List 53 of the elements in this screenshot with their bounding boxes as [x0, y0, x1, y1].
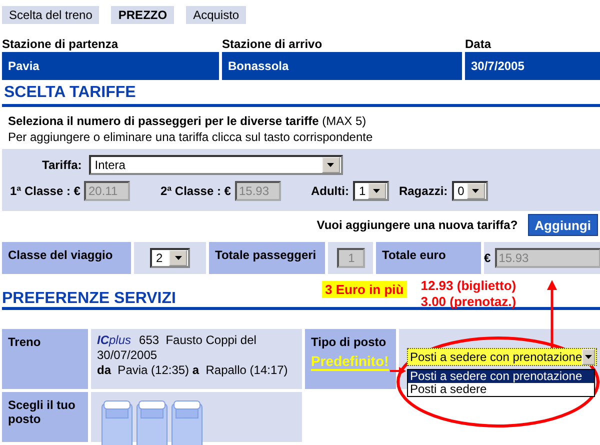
route-value: Bonassola: [222, 52, 462, 80]
seat-icon[interactable]: [136, 400, 168, 445]
dropdown-option[interactable]: Posti a sedere: [408, 383, 594, 396]
seat-icon[interactable]: [101, 400, 133, 445]
table-header-cell-text: Tipo di posto: [311, 335, 388, 349]
fare-label: Tariffa:: [42, 158, 82, 172]
train-text: da Pavia (12:35) a Rapallo (14:17): [97, 363, 289, 378]
fare-dropdown[interactable]: Intera: [88, 155, 343, 175]
table-header-cell: Treno: [2, 329, 88, 389]
default-note: Predefinito!: [311, 353, 389, 371]
arrow: [390, 367, 406, 375]
currency-label: €: [484, 251, 491, 265]
route-value: 30/7/2005: [465, 52, 600, 80]
class-dropdown[interactable]: 2: [150, 248, 190, 268]
caret-icon: [582, 349, 595, 365]
total-field: 15.93: [494, 248, 600, 268]
table-header-cell: Totale euro: [376, 242, 481, 274]
train-text: 30/07/2005: [97, 348, 158, 363]
add-button[interactable]: Aggiungi: [528, 214, 598, 236]
column-header: Stazione di partenza: [2, 36, 120, 52]
tab[interactable]: Scelta del treno: [2, 6, 100, 24]
price-breakdown: 12.93 (biglietto): [420, 278, 516, 294]
children-dropdown[interactable]: 0: [452, 181, 488, 201]
train-logo: ICplus: [97, 333, 132, 348]
seat-icon[interactable]: [171, 400, 203, 445]
price-label: 2ª Classe : €: [160, 184, 231, 198]
column-header: Stazione di arrivo: [222, 36, 324, 52]
price-breakdown: 3.00 (prenotaz.): [420, 294, 516, 310]
hint-text: Per aggiungere o eliminare una tariffa clicca sul tasto corrispondente: [7, 129, 374, 146]
caret-icon: [466, 183, 485, 199]
table-header-cell: Totale passeggeri: [209, 242, 325, 274]
add-prompt: Vuoi aggiungere una nuova tariffa?: [316, 218, 518, 232]
extra-cost-note: 3 Euro in più: [322, 281, 407, 298]
caret-icon: [368, 183, 386, 199]
section-title: PREFERENZE SERVIZI: [2, 290, 177, 308]
section-title: SCELTA TARIFFE: [2, 80, 600, 107]
adults-label: Adulti:: [310, 184, 349, 198]
caret-icon: [169, 250, 187, 266]
dropdown-option[interactable]: Posti a sedere con prenotazione: [408, 370, 594, 383]
price-label: 1ª Classe : €: [10, 184, 80, 198]
instruction-text: Seleziona il numero di passeggeri per le diverse tariffe (MAX 5): [7, 113, 368, 129]
children-label: Ragazzi:: [398, 184, 448, 198]
caret-icon: [322, 157, 340, 173]
route-value: Pavia: [2, 52, 219, 80]
seat-type-dropdown[interactable]: Posti a sedere con prenotazione: [407, 348, 597, 366]
passengers-field: 1: [336, 248, 364, 268]
adults-dropdown[interactable]: 1: [352, 181, 389, 201]
tab[interactable]: PREZZO: [111, 6, 174, 24]
column-header: Data: [465, 36, 492, 52]
tab[interactable]: Acquisto: [186, 6, 246, 24]
table-header-cell: Classe del viaggio: [2, 242, 131, 274]
train-text: 653 Fausto Coppi del: [139, 333, 256, 348]
table-header-cell: Scegli il tuo posto: [2, 392, 88, 442]
